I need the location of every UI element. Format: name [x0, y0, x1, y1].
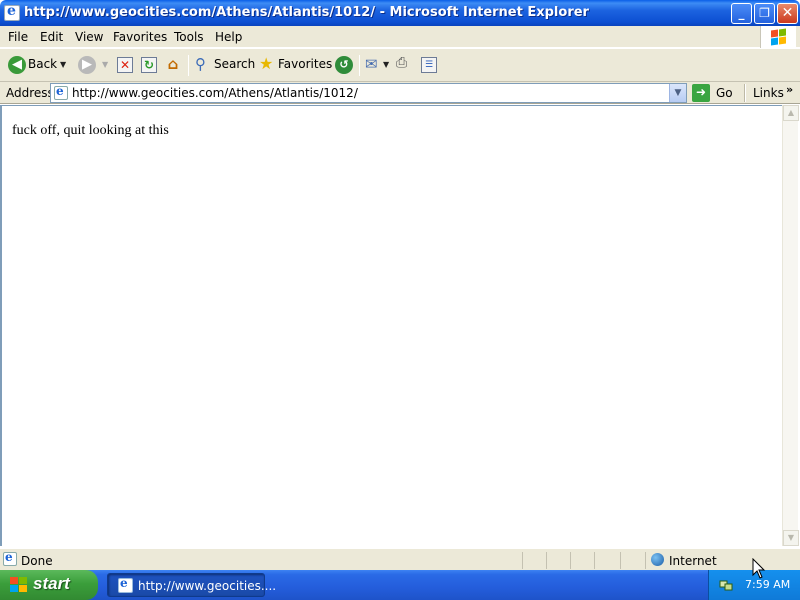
minimize-button[interactable]: _: [731, 3, 752, 24]
menu-tools[interactable]: Tools: [174, 30, 204, 44]
maximize-button[interactable]: ❐: [754, 3, 775, 24]
globe-icon: [651, 553, 664, 566]
status-pane-divider: [546, 552, 547, 569]
ie-task-icon: [118, 576, 133, 593]
security-zone: Internet: [669, 554, 717, 568]
windows-flag-icon: [10, 577, 28, 593]
scroll-down-icon[interactable]: ▼: [783, 530, 799, 546]
forward-arrow-icon[interactable]: ▶: [78, 56, 96, 74]
search-button[interactable]: Search: [214, 57, 255, 71]
status-pane-divider: [645, 552, 646, 569]
links-button[interactable]: Links: [753, 86, 784, 100]
page-status-icon: [3, 550, 17, 566]
back-button[interactable]: Back: [28, 57, 57, 71]
address-bar: Address http://www.geocities.com/Athens/…: [0, 82, 800, 104]
title-bar[interactable]: http://www.geocities.com/Athens/Atlantis…: [0, 0, 800, 26]
menu-help[interactable]: Help: [215, 30, 242, 44]
windows-logo-icon: [760, 26, 796, 48]
menu-edit[interactable]: Edit: [40, 30, 63, 44]
address-separator: [744, 84, 746, 102]
refresh-icon[interactable]: ↻: [141, 57, 157, 73]
taskbar-window-button[interactable]: http://www.geocities....: [107, 573, 276, 597]
mail-dropdown[interactable]: ▼: [383, 60, 389, 69]
print-icon[interactable]: ⎙: [396, 55, 407, 71]
address-label: Address: [6, 86, 54, 100]
start-button[interactable]: start: [0, 570, 98, 600]
start-label: start: [33, 574, 70, 593]
status-pane-divider: [594, 552, 595, 569]
forward-history-dropdown[interactable]: ▼: [102, 60, 108, 69]
status-pane-divider: [522, 552, 523, 569]
favorites-button[interactable]: Favorites: [278, 57, 332, 71]
ie-icon: [4, 3, 20, 21]
vertical-scrollbar[interactable]: ▲ ▼: [782, 105, 799, 546]
back-arrow-icon[interactable]: ◀: [8, 56, 26, 74]
menu-view[interactable]: View: [75, 30, 103, 44]
taskbar-window-label: http://www.geocities....: [138, 579, 277, 593]
menu-file[interactable]: File: [8, 30, 28, 44]
history-icon[interactable]: ↺: [335, 56, 353, 74]
status-pane-divider: [570, 552, 571, 569]
mail-icon[interactable]: ✉: [365, 55, 378, 73]
page-body-text: fuck off, quit looking at this: [12, 123, 169, 138]
page-icon: [54, 84, 68, 100]
stop-icon[interactable]: ✕: [117, 57, 133, 73]
edit-page-icon[interactable]: ☰: [421, 57, 437, 73]
toolbar: ◀ Back ▼ ▶ ▼ ✕ ↻ ⌂ ⚲ Search ★ Favorites …: [0, 49, 800, 82]
taskbar: start http://www.geocities.... 7:59 AM: [0, 570, 800, 600]
address-dropdown-icon[interactable]: ▼: [669, 84, 686, 102]
go-arrow-icon[interactable]: ➜: [692, 84, 710, 102]
search-icon[interactable]: ⚲: [195, 55, 206, 73]
address-input[interactable]: http://www.geocities.com/Athens/Atlantis…: [50, 83, 687, 103]
menu-favorites[interactable]: Favorites: [113, 30, 167, 44]
network-icon[interactable]: [719, 578, 733, 592]
home-icon[interactable]: ⌂: [165, 57, 181, 73]
status-pane-divider: [620, 552, 621, 569]
toolbar-separator: [359, 55, 360, 76]
menu-bar: File Edit View Favorites Tools Help: [0, 26, 800, 48]
scroll-up-icon[interactable]: ▲: [783, 105, 799, 121]
mouse-cursor-icon: [752, 558, 766, 579]
favorites-star-icon[interactable]: ★: [259, 54, 273, 73]
chevron-right-icon[interactable]: »: [786, 83, 793, 96]
window-title: http://www.geocities.com/Athens/Atlantis…: [24, 5, 589, 20]
go-button[interactable]: Go: [716, 86, 733, 100]
close-button[interactable]: ✕: [777, 3, 798, 24]
address-url[interactable]: http://www.geocities.com/Athens/Atlantis…: [72, 86, 358, 100]
toolbar-separator: [188, 55, 189, 76]
back-history-dropdown[interactable]: ▼: [60, 60, 66, 69]
status-bar: Done Internet: [0, 548, 800, 570]
status-text: Done: [21, 554, 53, 568]
page-content[interactable]: fuck off, quit looking at this: [0, 105, 782, 546]
